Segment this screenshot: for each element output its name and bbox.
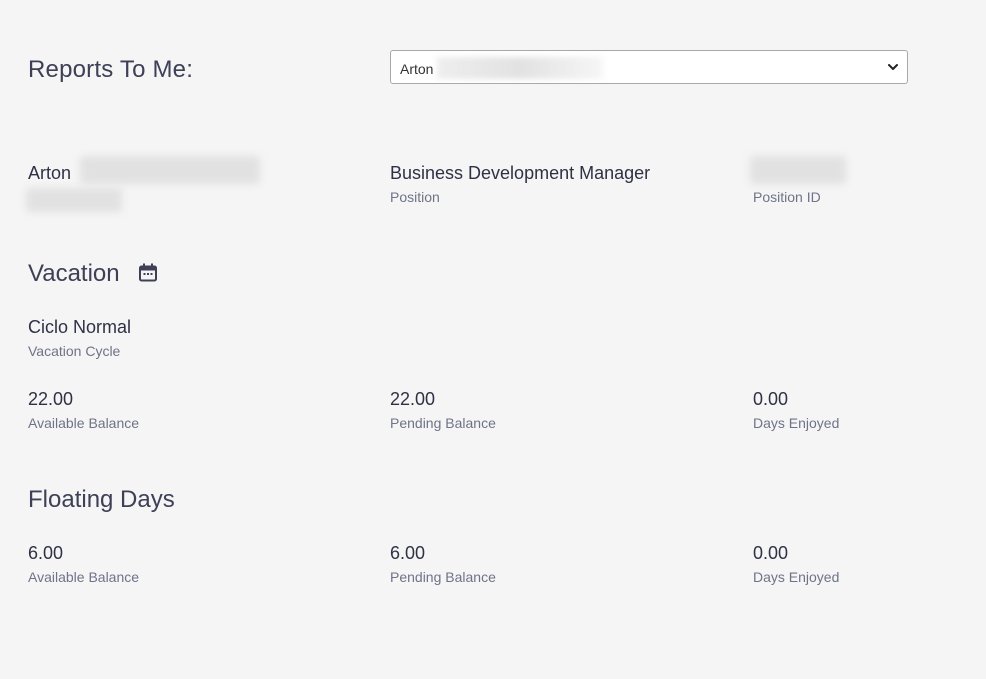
vacation-cycle-caption: Vacation Cycle	[28, 343, 121, 359]
floating-available-value: 6.00	[28, 543, 64, 563]
floating-days-section-title: Floating Days	[28, 486, 175, 513]
redacted-name-blur	[437, 57, 603, 79]
position-caption: Position	[390, 189, 440, 205]
select-selected-value: Arton	[400, 61, 434, 77]
chevron-down-icon	[888, 64, 898, 70]
employee-balance-page: Reports To Me: Arton Arton Business Deve…	[0, 0, 986, 679]
vacation-enjoyed-value: 0.00	[753, 389, 789, 409]
vacation-pending-value: 22.00	[390, 389, 436, 409]
vacation-section-title: Vacation	[28, 260, 120, 287]
floating-pending-value: 6.00	[390, 543, 426, 563]
floating-available-caption: Available Balance	[28, 569, 140, 585]
position-id-caption: Position ID	[753, 189, 821, 205]
calendar-icon[interactable]	[138, 263, 158, 283]
redacted-position-id-blur	[750, 156, 846, 184]
employee-name: Arton	[28, 163, 72, 183]
vacation-available-caption: Available Balance	[28, 415, 140, 431]
reports-to-me-label: Reports To Me:	[28, 56, 194, 83]
floating-enjoyed-caption: Days Enjoyed	[753, 569, 840, 585]
floating-pending-caption: Pending Balance	[390, 569, 496, 585]
vacation-cycle-value: Ciclo Normal	[28, 317, 132, 337]
vacation-available-value: 22.00	[28, 389, 74, 409]
vacation-pending-caption: Pending Balance	[390, 415, 496, 431]
position-value: Business Development Manager	[390, 163, 651, 183]
reports-to-me-select[interactable]: Arton	[390, 50, 908, 84]
vacation-enjoyed-caption: Days Enjoyed	[753, 415, 840, 431]
redacted-name-line2-blur	[26, 188, 122, 212]
floating-enjoyed-value: 0.00	[753, 543, 789, 563]
redacted-surname-blur	[80, 156, 260, 184]
